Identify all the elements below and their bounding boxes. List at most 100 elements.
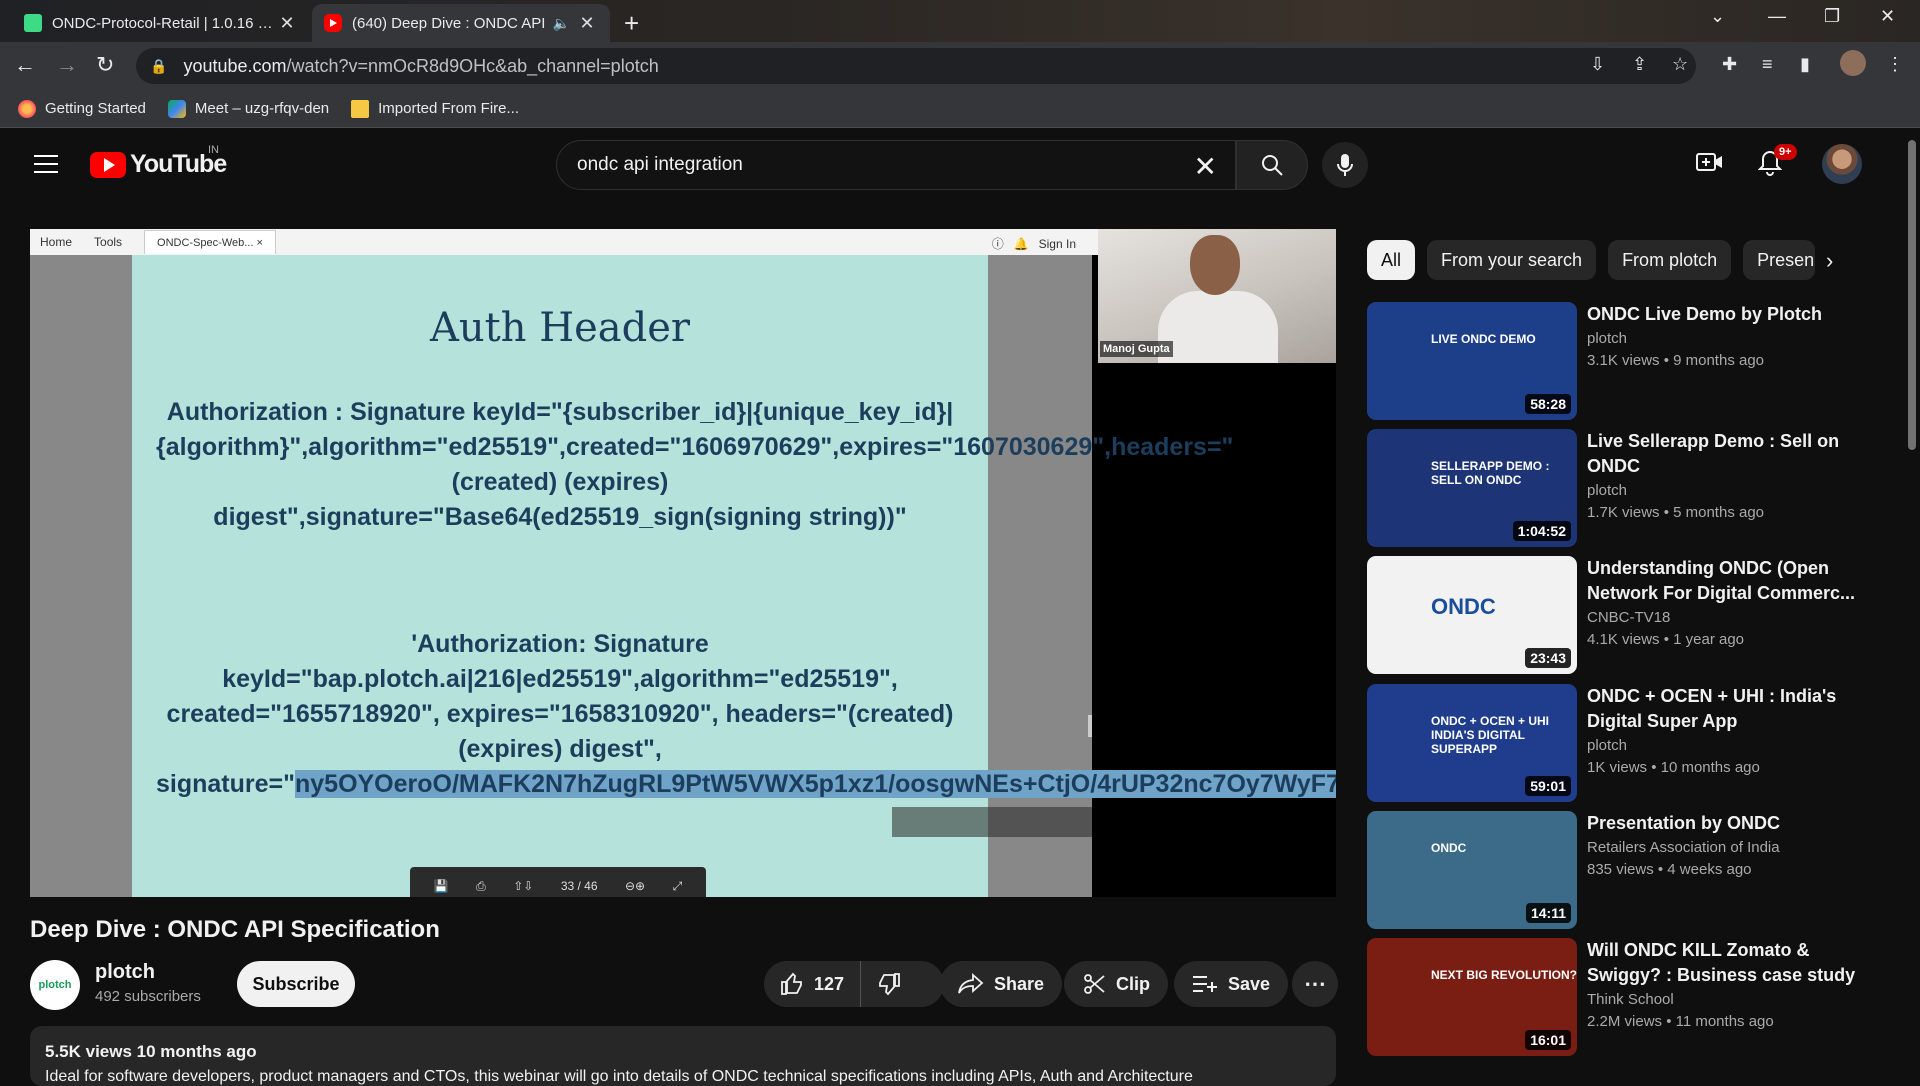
share-page-icon[interactable]: ⇪ [1632,54,1647,75]
thumbs-down-icon [879,973,900,996]
video-thumbnail[interactable]: NEXT BIG REVOLUTION? 16:01 [1367,938,1577,1056]
channel-avatar[interactable]: plotch [30,960,80,1010]
video-thumbnail[interactable]: ONDC 14:11 [1367,811,1577,929]
tab-search-icon[interactable]: ⌄ [1710,6,1725,27]
share-icon [958,973,984,994]
video-duration: 1:04:52 [1512,521,1571,541]
share-label: Share [994,973,1045,994]
recommendation-meta: 3.1K views • 9 months ago [1587,352,1765,369]
channel-name[interactable]: plotch [95,961,155,984]
recommendation-title[interactable]: Understanding ONDC (Open Network For Dig… [1587,556,1857,606]
create-video-icon[interactable] [1696,150,1724,179]
search-input[interactable]: ondc api integration ✕ [556,140,1236,190]
tab-ondc-protocol[interactable]: ONDC-Protocol-Retail | 1.0.16 | O ✕ [12,4,310,42]
firefox-icon [18,99,36,118]
subscribe-button[interactable]: Subscribe [237,961,355,1007]
bookmark-meet[interactable]: Meet – uzg-rfqv-den [167,99,329,118]
browser-tab-strip: ONDC-Protocol-Retail | 1.0.16 | O ✕ (640… [0,0,1920,42]
recommendation-channel[interactable]: Retailers Association of India [1587,839,1780,856]
description-text: Ideal for software developers, product m… [45,1068,1193,1085]
recommendation-title[interactable]: Live Sellerapp Demo : Sell on ONDC [1587,429,1857,479]
clip-button[interactable]: Clip [1064,961,1168,1007]
new-tab-button[interactable]: + [624,8,639,39]
address-bar[interactable]: 🔒 youtube.com/watch?v=nmOcR8d9OHc&ab_cha… [136,48,1696,84]
extensions-icon[interactable]: ✚ [1722,54,1737,75]
side-panel-icon[interactable]: ▮ [1800,54,1810,75]
chevron-right-icon[interactable]: › [1826,248,1833,274]
close-tab-icon[interactable]: ✕ [576,13,598,34]
url-path: /watch?v=nmOcR8d9OHc&ab_channel=plotch [286,55,659,76]
recommendation-title[interactable]: Will ONDC KILL Zomato & Swiggy? : Busine… [1587,938,1857,988]
like-button[interactable]: 127 [764,961,862,1007]
recommendation-title[interactable]: ONDC + OCEN + UHI : India's Digital Supe… [1587,684,1857,734]
forward-icon[interactable]: → [56,52,78,78]
browser-menu-icon[interactable]: ⋮ [1886,54,1904,75]
recommendation-item[interactable]: NEXT BIG REVOLUTION? 16:01 Will ONDC KILL … [1367,938,1891,1056]
dislike-button[interactable] [861,961,917,1007]
recommendation-title[interactable]: ONDC Live Demo by Plotch [1587,302,1857,327]
clear-search-icon[interactable]: ✕ [1194,150,1217,183]
close-tab-icon[interactable]: ✕ [276,13,298,34]
channel-logo-text: plotch [38,979,72,991]
search-value: ondc api integration [577,154,743,175]
playlist-add-icon [1193,976,1217,992]
minimize-icon[interactable]: — [1768,6,1786,27]
recommendation-meta: 1.7K views • 5 months ago [1587,504,1765,521]
chip-presentations[interactable]: Presen [1743,240,1816,280]
menu-icon[interactable] [34,155,58,179]
recommendation-channel[interactable]: Think School [1587,991,1674,1008]
recommendation-item[interactable]: SELLERAPP DEMO : SELL ON ONDC 1:04:52 Live… [1367,429,1891,547]
account-avatar[interactable] [1822,144,1862,184]
chip-from-plotch[interactable]: From plotch [1608,240,1732,280]
microphone-icon [1337,154,1353,176]
back-icon[interactable]: ← [14,52,36,78]
media-control-icon[interactable]: ≡ [1762,54,1773,75]
recommendation-channel[interactable]: plotch [1587,737,1627,754]
video-thumbnail[interactable]: LIVE ONDC DEMO 58:28 [1367,302,1577,420]
save-button[interactable]: Save [1174,961,1289,1007]
profile-avatar[interactable] [1840,50,1866,76]
recommendation-item[interactable]: LIVE ONDC DEMO 58:28 ONDC Live Demo by Plo… [1367,302,1891,420]
country-code: IN [208,144,219,156]
recommendation-item[interactable]: ONDC 23:43 Understanding ONDC (Open Networ… [1367,556,1891,674]
page-scrollbar[interactable] [1904,128,1920,1080]
youtube-favicon-icon [324,14,342,32]
slide-scrollbar [1088,715,1092,737]
tab-youtube-video[interactable]: (640) Deep Dive : ONDC API 🔈 ✕ [312,4,610,42]
reload-icon[interactable]: ↻ [96,52,114,78]
chip-all[interactable]: All [1367,240,1416,280]
recommendation-title[interactable]: Presentation by ONDC [1587,811,1857,836]
folder-icon [351,99,370,118]
video-thumbnail[interactable]: ONDC + OCEN + UHI INDIA'S DIGITAL SUPERA… [1367,684,1577,802]
recommendation-item[interactable]: ONDC + OCEN + UHI INDIA'S DIGITAL SUPERA… [1367,684,1891,802]
close-window-icon[interactable]: ✕ [1880,6,1895,27]
install-icon[interactable]: ⇩ [1590,54,1605,75]
bookmark-star-icon[interactable]: ☆ [1672,54,1688,75]
description-box[interactable]: 5.5K views 10 months ago Ideal for softw… [30,1026,1336,1086]
bookmark-folder-imported[interactable]: Imported From Fire... [351,99,519,118]
recommendation-item[interactable]: ONDC 14:11 Presentation by ONDC Retailers A… [1367,811,1891,929]
video-thumbnail[interactable]: SELLERAPP DEMO : SELL ON ONDC 1:04:52 [1367,429,1577,547]
thumbnail-text: ONDC + OCEN + UHI INDIA'S DIGITAL SUPERA… [1431,714,1550,756]
bookmark-getting-started[interactable]: Getting Started [18,99,146,118]
video-thumbnail[interactable]: ONDC 23:43 [1367,556,1577,674]
youtube-logo[interactable]: YouTube IN [90,144,227,179]
share-button[interactable]: Share [940,961,1063,1007]
search-button[interactable] [1236,140,1308,190]
chip-from-search[interactable]: From your search [1427,240,1597,280]
selection-toolbar [892,807,1092,837]
speaker-icon[interactable]: 🔈 [553,15,570,32]
video-duration: 59:01 [1525,776,1571,796]
maximize-icon[interactable]: ❐ [1824,6,1840,27]
recommendation-channel[interactable]: plotch [1587,482,1627,499]
shared-tab-tools: Tools [94,235,123,249]
video-player[interactable]: Home Tools ONDC-Spec-Web... × ⓘ 🔔 Sign I… [30,229,1336,897]
recommendation-channel[interactable]: plotch [1587,330,1627,347]
voice-search-button[interactable] [1322,142,1368,188]
recommendation-channel[interactable]: CNBC-TV18 [1587,609,1670,626]
thumbs-up-icon [781,972,802,995]
more-actions-button[interactable]: ⋯ [1292,961,1338,1007]
save-label: Save [1228,973,1271,994]
screenshare-browser-bar: Home Tools ONDC-Spec-Web... × ⓘ 🔔 Sign I… [30,229,1098,255]
thumbnail-text: ONDC [1431,841,1467,855]
